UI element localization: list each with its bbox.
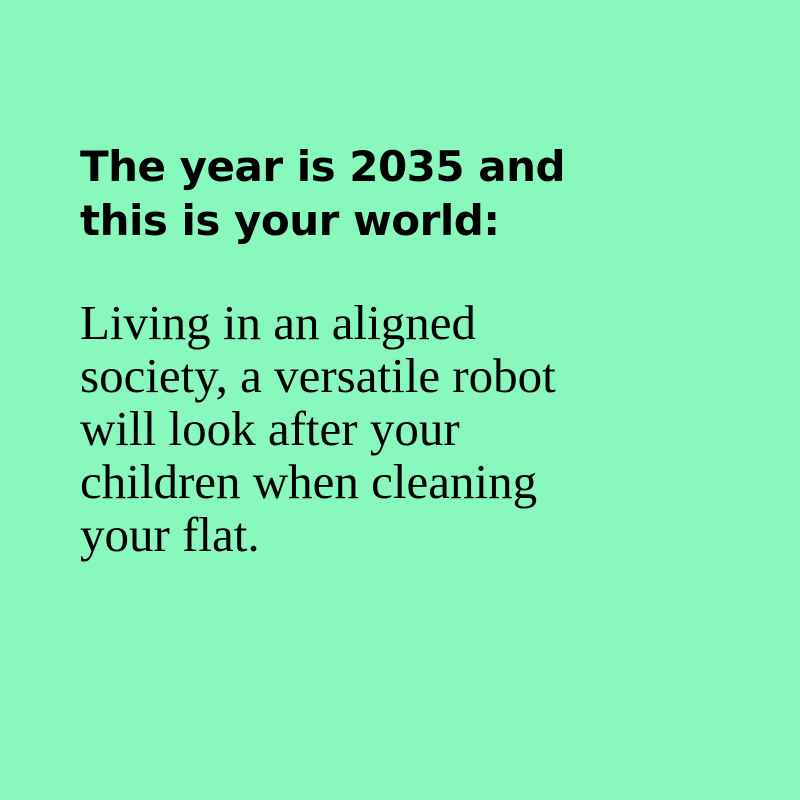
body-line-3: will look after your bbox=[80, 401, 460, 456]
body-line-2: society, a versatile robot bbox=[80, 348, 556, 403]
body-line-4: children when cleaning bbox=[80, 454, 538, 509]
headline-line-1: The year is 2035 and bbox=[80, 142, 566, 191]
headline: The year is 2035 and this is your world: bbox=[80, 140, 700, 248]
headline-line-2: this is your world: bbox=[80, 196, 500, 245]
body-line-5: your flat. bbox=[80, 507, 260, 562]
text-card: The year is 2035 and this is your world:… bbox=[0, 0, 800, 800]
body-paragraph: Living in an aligned society, a versatil… bbox=[80, 296, 740, 561]
body-line-1: Living in an aligned bbox=[80, 295, 476, 350]
